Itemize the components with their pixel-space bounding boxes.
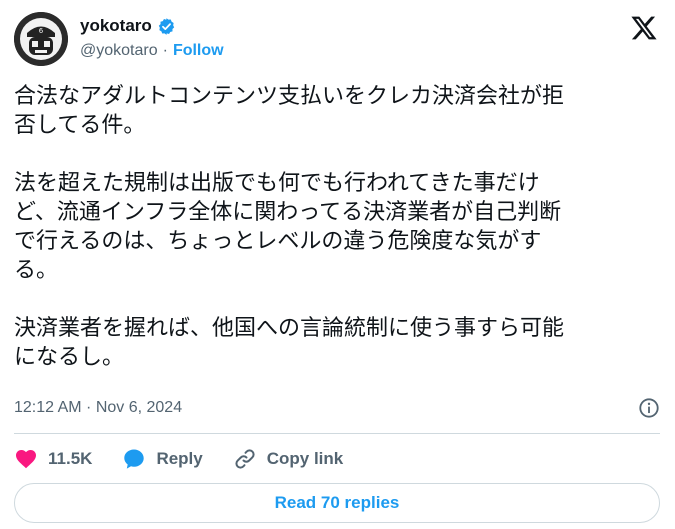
tweet-line: 合法なアダルトコンテンツ支払いをクレカ決済会社が拒 [14, 84, 565, 109]
read-replies-label: Read 70 replies [274, 493, 400, 512]
tweet-header: 6 yokotaro @yokotaro · Follow [14, 12, 660, 68]
timestamp[interactable]: 12:12 AM · Nov 6, 2024 [14, 399, 182, 417]
tweet-line: になるし。 [14, 345, 125, 370]
avatar[interactable]: 6 [14, 12, 68, 66]
info-icon[interactable] [638, 397, 660, 419]
read-replies-button[interactable]: Read 70 replies [14, 483, 660, 523]
link-icon [235, 449, 255, 469]
tweet-meta: 12:12 AM · Nov 6, 2024 [14, 395, 660, 421]
follow-button[interactable]: Follow [173, 42, 224, 60]
display-name[interactable]: yokotaro [80, 16, 152, 36]
verified-badge-icon [157, 17, 176, 36]
tweet-line: 否してる件。 [14, 113, 146, 138]
author-names: yokotaro @yokotaro · Follow [80, 14, 224, 64]
separator-dot: · [162, 42, 168, 59]
tweet-line: 法を超えた規制は出版でも何でも行われてきた事だけ [14, 171, 540, 196]
tweet-line: 決済業者を握れば、他国への言論統制に使う事すら可能 [14, 316, 565, 341]
reply-label: Reply [156, 449, 203, 468]
like-button[interactable]: 11.5K [14, 447, 92, 471]
tweet-line: る。 [14, 258, 59, 283]
like-count: 11.5K [48, 449, 93, 468]
tweet-line: ど、流通インフラ全体に関わってる決済業者が自己判断 [14, 200, 562, 225]
copy-link-button[interactable]: Copy link [233, 447, 344, 471]
speech-bubble-icon [124, 449, 145, 469]
reply-button[interactable]: Reply [122, 447, 203, 471]
tweet-text: 合法なアダルトコンテンツ支払いをクレカ決済会社が拒 否してる件。 法を超えた規制… [14, 82, 660, 372]
heart-icon [16, 450, 36, 469]
tweet-line: で行えるのは、ちょっとレベルの違う危険度な気がす [14, 229, 542, 254]
copy-link-label: Copy link [266, 449, 344, 468]
divider [14, 433, 660, 434]
handle[interactable]: @yokotaro [80, 42, 158, 60]
x-logo-icon[interactable] [630, 14, 658, 42]
svg-text:6: 6 [39, 27, 44, 35]
action-bar: 11.5K Reply Copy link [14, 444, 373, 474]
